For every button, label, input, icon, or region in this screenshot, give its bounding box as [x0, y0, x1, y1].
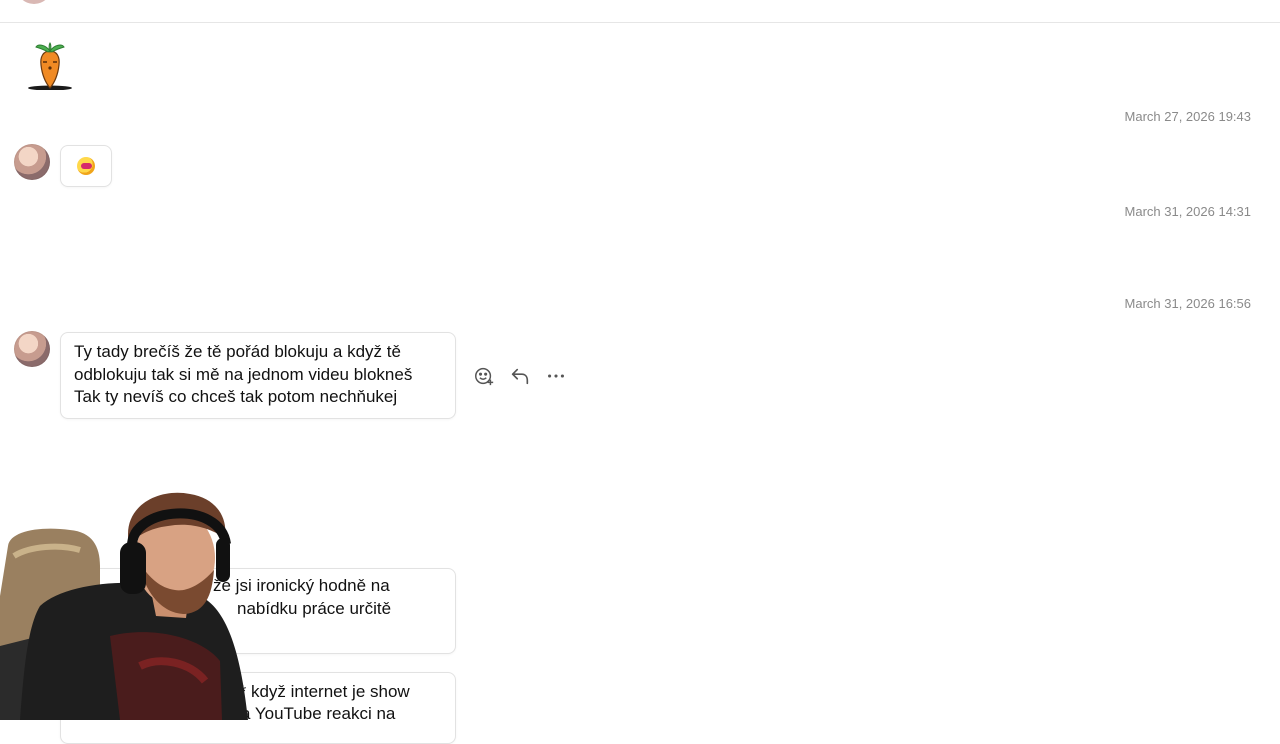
message-text-line: a YouTube reakci na — [241, 704, 396, 723]
avatar[interactable] — [14, 331, 50, 367]
message-text-line: Tak ty nevíš co chceš tak potom nechňuke… — [74, 387, 398, 406]
reply-button[interactable] — [508, 364, 532, 388]
carrot-sticker-icon — [28, 42, 72, 90]
message-bubble[interactable] — [60, 145, 112, 187]
message-text-line: ** když internet je show — [233, 682, 410, 701]
avatar[interactable] — [16, 0, 52, 4]
message-timestamp: March 27, 2026 19:43 — [1124, 109, 1251, 124]
emoji-face-icon — [77, 157, 95, 175]
add-reaction-button[interactable] — [472, 364, 496, 388]
message-actions — [472, 364, 568, 388]
message-text-line: Ty tady brečíš že tě pořád blokuju a kdy… — [74, 342, 401, 361]
more-options-button[interactable] — [544, 364, 568, 388]
add-reaction-icon — [475, 367, 494, 386]
reply-icon — [511, 368, 529, 385]
message-timestamp: March 31, 2026 16:56 — [1124, 296, 1251, 311]
message-text-line: nabídku práce určitě — [237, 599, 392, 618]
webcam-overlay — [0, 492, 248, 720]
top-bar — [0, 0, 1280, 23]
message-timestamp: March 31, 2026 14:31 — [1124, 204, 1251, 219]
avatar[interactable] — [14, 144, 50, 180]
more-options-icon — [548, 374, 564, 378]
message-text-line: odblokuju tak si mě na jednom videu blok… — [74, 364, 413, 384]
message-bubble[interactable]: Ty tady brečíš že tě pořád blokuju a kdy… — [60, 332, 456, 419]
